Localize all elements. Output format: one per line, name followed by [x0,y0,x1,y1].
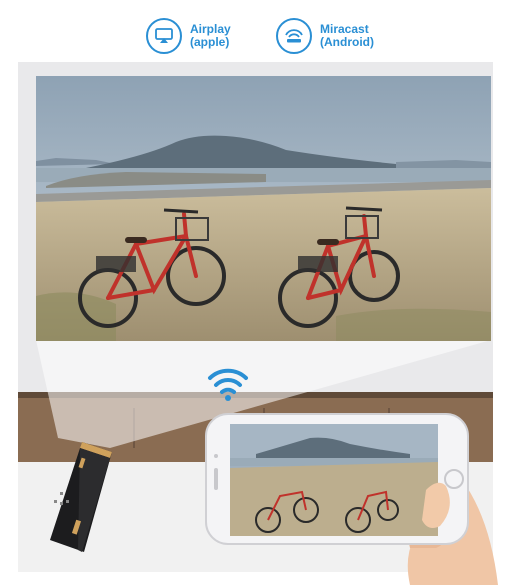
projected-screen-image [36,76,491,341]
mini-projector [50,442,112,552]
phone-in-hand [205,413,498,585]
wifi-icon [208,368,248,401]
